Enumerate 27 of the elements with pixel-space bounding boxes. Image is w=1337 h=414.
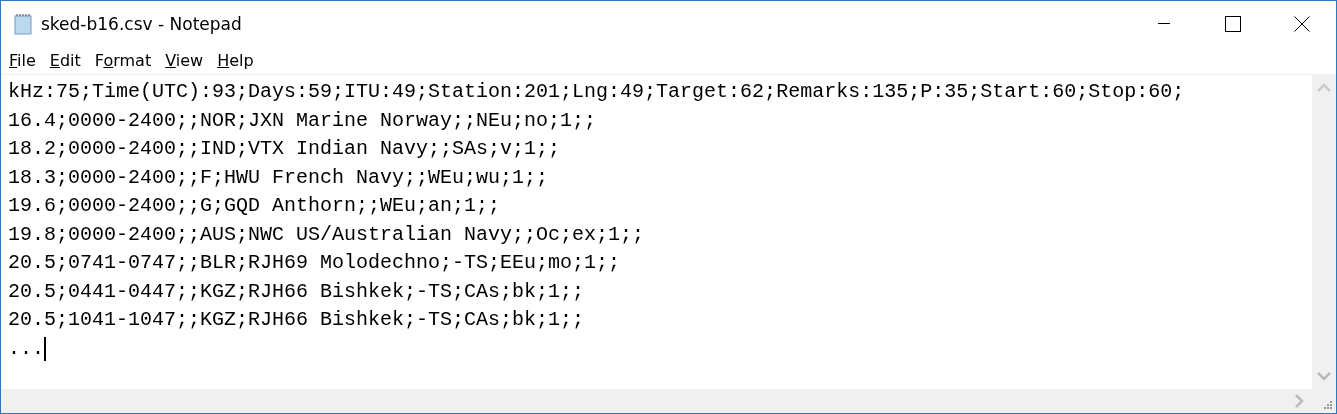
- text-line: 20.5;1041-1047;;KGZ;RJH66 Bishkek;-TS;CAs;bk;1;;: [8, 307, 585, 333]
- text-line: 16.4;0000-2400;;NOR;JXN Marine Norway;;NEu;no;1;;: [8, 107, 597, 134]
- text-line: 19.6;0000-2400;;G;GQD Anthorn;;WEu;an;1;;: [8, 193, 501, 219]
- maximize-icon: [1224, 15, 1241, 32]
- menu-item[interactable]: Format: [94, 50, 152, 70]
- text-line: 20.5;0441-0447;;KGZ;RJH66 Bishkek;-TS;CAs;bk;1;;: [8, 278, 585, 305]
- vertical-scrollbar[interactable]: [1312, 75, 1336, 389]
- scroll-down-icon[interactable]: [1317, 371, 1331, 381]
- horizontal-scrollbar[interactable]: [1, 389, 1312, 413]
- menu-item[interactable]: Help: [217, 50, 254, 70]
- menu-item[interactable]: View: [165, 50, 204, 70]
- text-line: 18.3;0000-2400;;F;HWU French Navy;;WEu;wu;1;;: [8, 164, 549, 191]
- text-line: 20.5;0741-0747;;BLR;RJH69 Molodechno;-TS;EEu;mo;1;;: [8, 250, 621, 276]
- menu-item[interactable]: Edit: [49, 50, 81, 70]
- text-cursor: [44, 336, 46, 361]
- text-line: 18.2;0000-2400;;IND;VTX Indian Navy;;SAs;v;1;;: [8, 136, 561, 162]
- scroll-up-icon[interactable]: [1317, 83, 1331, 93]
- scroll-right-icon[interactable]: [1294, 394, 1304, 408]
- window-title: sked-b16.csv - Notepad: [41, 13, 242, 34]
- menu-item[interactable]: File: [9, 50, 36, 70]
- text-line: ...: [8, 335, 44, 362]
- notepad-icon: [13, 12, 33, 35]
- resize-grip-icon[interactable]: [1323, 400, 1333, 410]
- text-line: kHz:75;Time(UTC):93;Days:59;ITU:49;Station:201;Lng:49;Target:62;Remarks:135;P:35;Start:60;Stop:60;: [8, 79, 1185, 105]
- minimize-icon: [1157, 23, 1170, 24]
- text-line: 19.8;0000-2400;;AUS;NWC US/Australian Navy;;Oc;ex;1;;: [8, 221, 645, 248]
- close-icon: [1293, 15, 1310, 32]
